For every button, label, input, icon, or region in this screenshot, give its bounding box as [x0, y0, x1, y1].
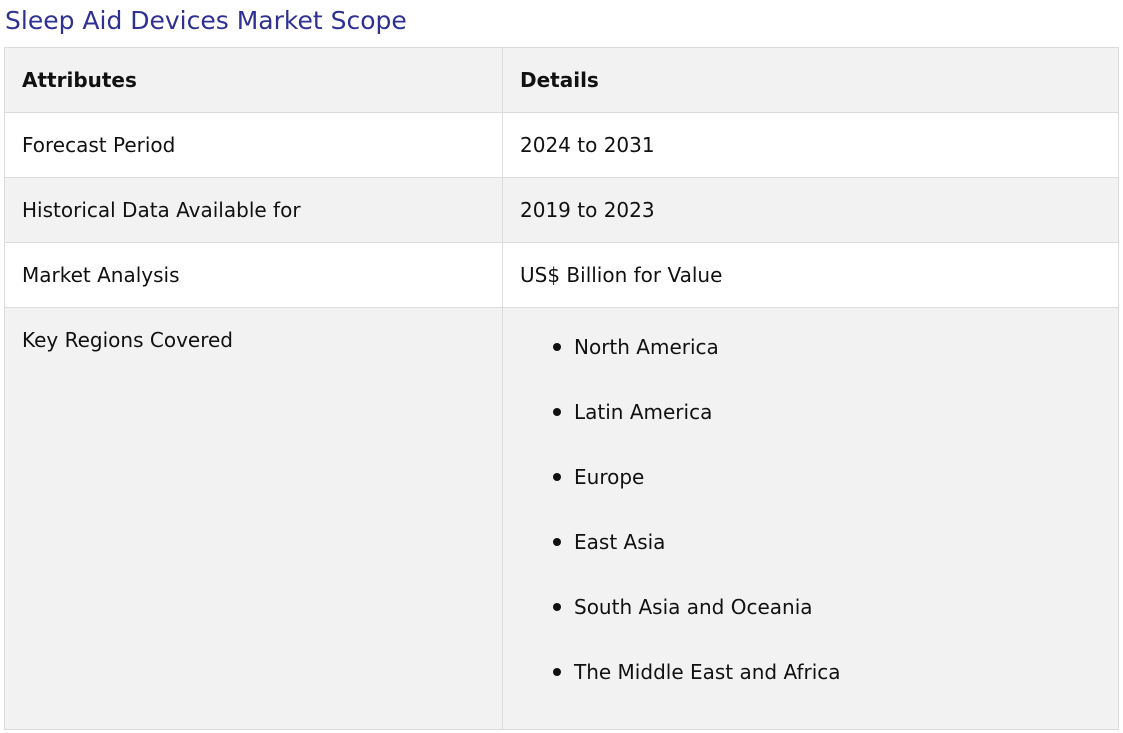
attribute-cell: Market Analysis — [4, 242, 503, 308]
list-item: North America — [553, 328, 1118, 393]
regions-list: North America Latin America Europe East … — [520, 328, 1118, 718]
bullet-icon — [553, 473, 561, 481]
detail-cell: 2019 to 2023 — [502, 177, 1119, 243]
header-details: Details — [502, 47, 1119, 113]
page: Sleep Aid Devices Market Scope Attribute… — [0, 0, 1123, 733]
bullet-icon — [553, 343, 561, 351]
regions-cell: North America Latin America Europe East … — [502, 307, 1119, 730]
bullet-icon — [553, 668, 561, 676]
region-label: East Asia — [574, 530, 666, 554]
table-row: Market Analysis US$ Billion for Value — [4, 242, 1119, 308]
table-row: Key Regions Covered North America Latin … — [4, 307, 1119, 730]
bullet-icon — [553, 408, 561, 416]
attribute-cell: Key Regions Covered — [4, 307, 503, 730]
list-item: Europe — [553, 458, 1118, 523]
list-item: The Middle East and Africa — [553, 653, 1118, 718]
bullet-icon — [553, 538, 561, 546]
list-item: South Asia and Oceania — [553, 588, 1118, 653]
attribute-cell: Historical Data Available for — [4, 177, 503, 243]
table-row: Historical Data Available for 2019 to 20… — [4, 177, 1119, 243]
attribute-cell: Forecast Period — [4, 112, 503, 178]
region-label: The Middle East and Africa — [574, 660, 841, 684]
region-label: Europe — [574, 465, 645, 489]
table-row: Forecast Period 2024 to 2031 — [4, 112, 1119, 178]
header-attributes: Attributes — [4, 47, 503, 113]
market-scope-table: Attributes Details Forecast Period 2024 … — [4, 47, 1119, 730]
list-item: Latin America — [553, 393, 1118, 458]
region-label: Latin America — [574, 400, 713, 424]
region-label: North America — [574, 335, 719, 359]
detail-cell: 2024 to 2031 — [502, 112, 1119, 178]
list-item: East Asia — [553, 523, 1118, 588]
table-header-row: Attributes Details — [4, 47, 1119, 113]
bullet-icon — [553, 603, 561, 611]
page-title: Sleep Aid Devices Market Scope — [5, 6, 407, 35]
detail-cell: US$ Billion for Value — [502, 242, 1119, 308]
region-label: South Asia and Oceania — [574, 595, 813, 619]
